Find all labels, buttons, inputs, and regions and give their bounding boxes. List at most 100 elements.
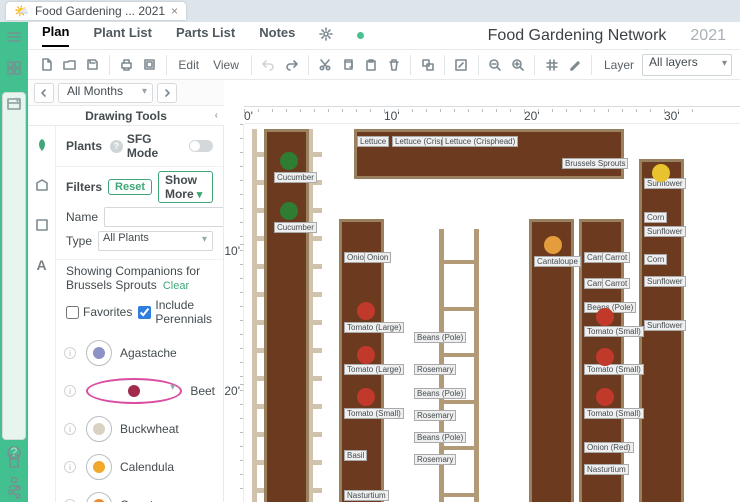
plant-label[interactable]: Lettuce xyxy=(357,136,389,147)
plant-label[interactable]: Sunflower xyxy=(644,320,686,331)
group-icon[interactable] xyxy=(417,53,438,77)
open-icon[interactable] xyxy=(59,53,80,77)
plant-label[interactable]: Tomato (Small) xyxy=(584,326,644,337)
plant-label[interactable]: Brussels Sprouts xyxy=(562,158,628,169)
cat-structures-icon[interactable] xyxy=(31,174,53,196)
tab-notes[interactable]: Notes xyxy=(259,25,295,46)
rail-help-icon[interactable]: ? xyxy=(7,446,21,463)
plant-label[interactable]: Cantaloupe xyxy=(534,256,581,267)
favorites-checkbox[interactable]: Favorites xyxy=(66,305,132,319)
plant-icon[interactable] xyxy=(596,388,614,406)
plant-icon[interactable] xyxy=(280,202,298,220)
rail-dashboard-icon[interactable] xyxy=(7,61,21,78)
menu-icon[interactable] xyxy=(7,30,21,47)
plant-label[interactable]: Sunflower xyxy=(644,226,686,237)
month-prev-icon[interactable] xyxy=(34,83,54,103)
copy-icon[interactable] xyxy=(337,53,358,77)
tab-parts-list[interactable]: Parts List xyxy=(176,25,235,46)
plant-icon[interactable] xyxy=(357,346,375,364)
plant-label[interactable]: Beans (Pole) xyxy=(414,388,466,399)
grid-icon[interactable] xyxy=(541,53,562,77)
plant-item[interactable]: iBeet xyxy=(56,372,223,410)
canvas[interactable]: 0'10'20'30' 10'20' CucumberCucumberLettu… xyxy=(224,80,740,502)
plant-info-icon[interactable]: i xyxy=(64,423,76,435)
plant-icon[interactable] xyxy=(357,388,375,406)
plant-label[interactable]: Sunflower xyxy=(644,276,686,287)
browser-tab[interactable]: 🌤️Food Gardening ... 2021× xyxy=(6,2,186,20)
pen-icon[interactable] xyxy=(564,53,585,77)
rail-user-icon[interactable] xyxy=(7,475,21,492)
plant-icon[interactable] xyxy=(596,348,614,366)
plant-icon[interactable] xyxy=(544,236,562,254)
print-icon[interactable] xyxy=(116,53,137,77)
plant-info-icon[interactable]: i xyxy=(64,385,76,397)
month-next-icon[interactable] xyxy=(157,83,177,103)
plant-label[interactable]: Tomato (Small) xyxy=(584,364,644,375)
plant-item[interactable]: iBuckwheat xyxy=(56,410,223,448)
plant-label[interactable]: Corn xyxy=(644,212,667,223)
clear-companions[interactable]: Clear xyxy=(163,280,189,292)
cat-shapes-icon[interactable] xyxy=(31,214,53,236)
new-icon[interactable] xyxy=(36,53,57,77)
edit-object-icon[interactable] xyxy=(451,53,472,77)
plant-info-icon[interactable]: i xyxy=(64,461,76,473)
plant-label[interactable]: Carrot xyxy=(602,278,630,289)
plant-label[interactable]: Onion (Red) xyxy=(584,442,634,453)
show-more-button[interactable]: Show More ▾ xyxy=(158,171,213,203)
sfg-toggle[interactable] xyxy=(189,140,213,152)
garden-stage[interactable]: Cucumber Cucumber Lettuce Lettuce (Crisphea… xyxy=(244,124,740,502)
plant-label[interactable]: Beans (Pole) xyxy=(414,432,466,443)
layer-select[interactable]: All layers xyxy=(642,54,732,76)
plant-label[interactable]: Rosemary xyxy=(414,454,456,465)
view-menu[interactable]: View xyxy=(207,58,245,72)
plant-label[interactable]: Tomato (Small) xyxy=(584,408,644,419)
trash-icon[interactable] xyxy=(383,53,404,77)
plant-label[interactable]: Tomato (Large) xyxy=(344,364,404,375)
plant-icon[interactable] xyxy=(357,302,375,320)
cut-icon[interactable] xyxy=(314,53,335,77)
plant-label[interactable]: Cucumber xyxy=(274,172,317,183)
rail-plan-icon[interactable] xyxy=(2,92,26,440)
close-icon[interactable]: × xyxy=(171,4,178,18)
plant-item[interactable]: iAgastache xyxy=(56,334,223,372)
plant-icon[interactable] xyxy=(652,164,670,182)
tab-plan[interactable]: Plan xyxy=(42,24,69,47)
type-select[interactable]: All Plants xyxy=(98,231,213,251)
plant-label[interactable]: Corn xyxy=(644,254,667,265)
plant-label[interactable]: Lettuce (Crisphead) xyxy=(442,136,518,147)
plant-item[interactable]: iCalendula xyxy=(56,448,223,486)
name-input[interactable] xyxy=(104,207,224,227)
edit-menu[interactable]: Edit xyxy=(172,58,205,72)
zoom-out-icon[interactable] xyxy=(485,53,506,77)
plant-icon[interactable] xyxy=(280,152,298,170)
gear-icon[interactable] xyxy=(319,27,333,44)
month-select[interactable]: All Months xyxy=(58,83,153,103)
plant-label[interactable]: Carrot xyxy=(602,252,630,263)
cat-text-icon[interactable]: A xyxy=(31,254,53,276)
plant-label[interactable]: Cucumber xyxy=(274,222,317,233)
zoom-in-icon[interactable] xyxy=(508,53,529,77)
save-icon[interactable] xyxy=(82,53,103,77)
garden-bed[interactable] xyxy=(264,129,309,502)
plant-label[interactable]: Rosemary xyxy=(414,364,456,375)
plant-label[interactable]: Tomato (Large) xyxy=(344,322,404,333)
plant-info-icon[interactable]: i xyxy=(64,347,76,359)
perennials-checkbox[interactable]: Include Perennials xyxy=(138,298,213,326)
collapse-icon[interactable]: ‹ xyxy=(215,110,218,121)
plant-item[interactable]: iCarrot xyxy=(56,486,223,502)
tab-plant-list[interactable]: Plant List xyxy=(93,25,152,46)
cat-plants-icon[interactable] xyxy=(31,134,53,156)
help-icon[interactable]: ? xyxy=(110,140,123,153)
plant-label[interactable]: Basil xyxy=(344,450,367,461)
paste-icon[interactable] xyxy=(360,53,381,77)
plant-label[interactable]: Beans (Pole) xyxy=(414,332,466,343)
redo-icon[interactable] xyxy=(281,53,302,77)
plant-label[interactable]: Rosemary xyxy=(414,410,456,421)
plant-label[interactable]: Nasturtium xyxy=(344,490,389,501)
plant-label[interactable]: Nasturtium xyxy=(584,464,629,475)
plant-label[interactable]: Tomato (Small) xyxy=(344,408,404,419)
plant-label[interactable]: Onion xyxy=(364,252,391,263)
export-icon[interactable] xyxy=(139,53,160,77)
plant-icon[interactable] xyxy=(596,308,614,326)
reset-button[interactable]: Reset xyxy=(108,179,152,195)
